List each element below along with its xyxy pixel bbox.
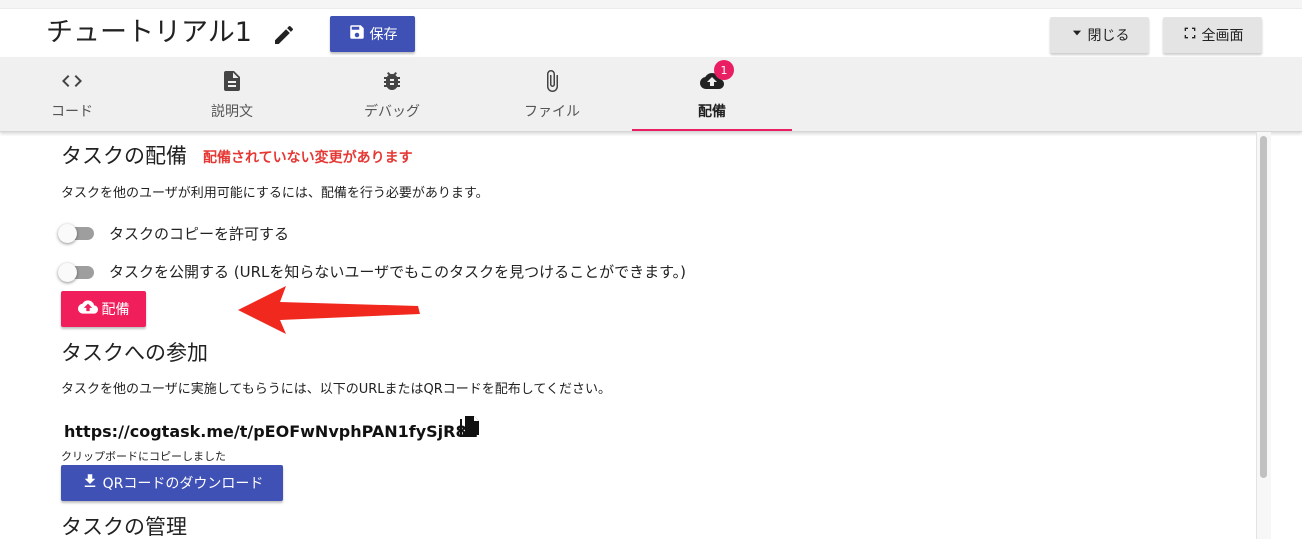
tab-files-label: ファイル <box>524 104 580 120</box>
bug-icon <box>380 69 404 93</box>
scrollbar-thumb[interactable] <box>1260 136 1267 478</box>
download-icon <box>81 472 103 494</box>
active-tab-indicator <box>632 129 792 131</box>
publish-label: タスクを公開する (URLを知らないユーザでもこのタスクを見つけることができます… <box>109 263 686 281</box>
tab-code[interactable]: コード <box>0 57 152 131</box>
tab-debug-label: デバッグ <box>364 104 420 120</box>
top-strip <box>0 0 1302 9</box>
header: チュートリアル1 保存 閉じる 全画面 <box>0 9 1302 57</box>
tab-deploy[interactable]: 配備 <box>632 57 792 131</box>
annotation-arrow <box>238 286 420 334</box>
tab-code-label: コード <box>51 104 93 120</box>
allow-copy-label: タスクのコピーを許可する <box>109 225 290 243</box>
save-button-label: 保存 <box>369 27 398 43</box>
switch-knob <box>58 224 77 243</box>
fullscreen-icon <box>1182 25 1202 45</box>
deploy-heading: タスクの配備 <box>61 144 187 168</box>
caret-down-icon <box>1070 26 1088 44</box>
close-button[interactable]: 閉じる <box>1050 17 1149 53</box>
fullscreen-button-label: 全画面 <box>1201 28 1244 44</box>
close-button-label: 閉じる <box>1087 28 1130 44</box>
manage-heading: タスクの管理 <box>61 515 187 539</box>
join-heading: タスクへの参加 <box>61 341 208 365</box>
code-icon <box>60 69 84 93</box>
description-icon <box>220 69 244 93</box>
scrollbar[interactable] <box>1256 132 1271 539</box>
deploy-description: タスクを他のユーザが利用可能にするには、配備を行う必要があります。 <box>61 186 489 201</box>
qr-download-label: QRコードのダウンロード <box>102 476 264 492</box>
tab-bar: コード 説明文 デバッグ ファイル 配備 <box>0 57 1302 132</box>
copied-message: クリップボードにコピーしました <box>61 450 226 463</box>
deploy-badge: 1 <box>714 60 734 80</box>
pencil-icon[interactable] <box>272 23 296 47</box>
qr-download-button[interactable]: QRコードのダウンロード <box>61 465 283 501</box>
publish-switch[interactable] <box>58 262 94 282</box>
tab-debug[interactable]: デバッグ <box>312 57 472 131</box>
deploy-button[interactable]: 配備 <box>61 291 146 327</box>
task-url[interactable]: https://cogtask.me/t/pEOFwNvphPAN1fySjR8… <box>64 422 478 441</box>
tab-files[interactable]: ファイル <box>472 57 632 131</box>
tab-deploy-label: 配備 <box>698 104 726 120</box>
allow-copy-switch[interactable] <box>58 223 94 243</box>
fullscreen-button[interactable]: 全画面 <box>1163 17 1262 53</box>
join-description: タスクを他のユーザに実施してもらうには、以下のURLまたはQRコードを配布してく… <box>61 382 611 397</box>
cloud-upload-icon <box>77 297 102 321</box>
undeployed-warning: 配備されていない変更があります <box>203 150 413 166</box>
paperclip-icon <box>540 69 564 93</box>
tab-description[interactable]: 説明文 <box>152 57 312 131</box>
tab-description-label: 説明文 <box>211 104 253 120</box>
deploy-button-label: 配備 <box>101 302 130 318</box>
switch-knob <box>58 263 77 282</box>
floppy-disk-icon <box>348 23 370 45</box>
page-title: チュートリアル1 <box>46 17 252 48</box>
copy-icon[interactable] <box>458 415 480 439</box>
deploy-panel: タスクの配備 配備されていない変更があります タスクを他のユーザが利用可能にする… <box>0 132 1256 539</box>
save-button[interactable]: 保存 <box>330 16 415 52</box>
